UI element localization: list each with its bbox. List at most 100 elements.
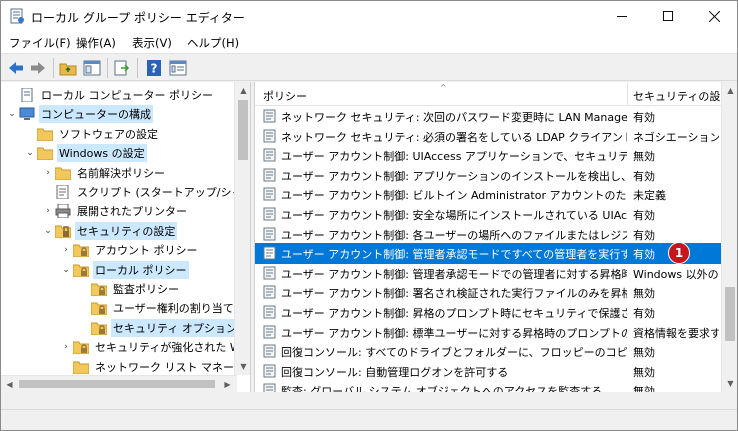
show-tree-icon[interactable] [83, 59, 101, 77]
policy-row[interactable]: ネットワーク セキュリティ: 必須の署名をしている LDAP クライアント ネゴシ… [255, 126, 721, 147]
policy-value: 有効 [633, 111, 655, 124]
policy-row[interactable]: ユーザー アカウント制御: ビルトイン Administrator アカウントの… [255, 184, 721, 205]
menu-action[interactable]: 操作(A) [76, 35, 116, 51]
menu-bar: ファイル(F) 操作(A) 表示(V) ヘルプ(H) [1, 31, 737, 53]
policy-name: ユーザー アカウント制御: 各ユーザーの場所へのファイルまたはレジストリの... [281, 228, 627, 242]
scroll-down-icon[interactable]: ▼ [235, 358, 250, 375]
policy-name: ユーザー アカウント制御: UIAccess アプリケーションで、セキュリティで… [281, 150, 627, 164]
policy-row[interactable]: ユーザー アカウント制御: アプリケーションのインストールを検出し、昇格をプ..… [255, 165, 721, 186]
scroll-up-icon[interactable]: ▲ [235, 82, 250, 99]
tree-item-label: ソフトウェアの設定 [59, 127, 158, 141]
tree-item[interactable]: ⌄ ローカル ポリシー [59, 260, 189, 280]
policy-setting-icon [263, 187, 277, 201]
tree-hscroll-thumb[interactable] [19, 380, 215, 388]
menu-file[interactable]: ファイル(F) [9, 35, 71, 51]
scroll-down-icon[interactable]: ▼ [722, 375, 737, 392]
list-scroll-thumb[interactable] [725, 287, 735, 341]
policy-setting-icon [263, 148, 277, 162]
policy-row[interactable]: ユーザー アカウント制御: 昇格のプロンプト時にセキュリティで保護されたデ...… [255, 302, 721, 323]
policy-row[interactable]: ユーザー アカウント制御: 各ユーザーの場所へのファイルまたはレジストリの...… [255, 224, 721, 245]
collapse-chevron-icon[interactable]: ⌄ [41, 226, 55, 236]
policy-setting-icon [263, 227, 277, 241]
tree-item[interactable]: › アカウント ポリシー [59, 240, 200, 260]
tree-horizontal-scrollbar[interactable]: ◀ ▶ [1, 375, 237, 392]
tree-item[interactable]: セキュリティ オプション [77, 318, 239, 338]
policy-row[interactable]: 回復コンソール: すべてのドライブとフォルダーに、フロッピーのコピーとアクセス.… [255, 341, 721, 362]
policy-row[interactable]: ネットワーク セキュリティ: 次回のパスワード変更時に LAN Manager … [255, 106, 721, 127]
column-header-policy[interactable]: ポリシー [263, 88, 623, 104]
policy-setting-icon [263, 344, 277, 358]
gpedit-window: ローカル グループ ポリシー エディター ファイル(F) 操作(A) 表示(V)… [0, 0, 738, 431]
policy-row[interactable]: ユーザー アカウント制御: 管理者承認モードでの管理者に対する昇格時... Win… [255, 263, 721, 284]
security-folder-icon [55, 224, 75, 238]
menu-help[interactable]: ヘルプ(H) [187, 35, 239, 51]
tree-vertical-scrollbar[interactable]: ▲ ▼ [234, 82, 250, 375]
policy-value: 無効 [633, 287, 655, 301]
policy-value: 有効 [633, 169, 655, 183]
tree-item[interactable]: ⌄ Windows の設定 [23, 143, 147, 163]
expand-chevron-icon[interactable]: › [59, 342, 73, 352]
close-button[interactable] [691, 1, 737, 31]
collapse-chevron-icon[interactable]: ⌄ [23, 148, 37, 158]
properties-icon[interactable] [169, 59, 187, 77]
scroll-up-icon[interactable]: ▲ [722, 82, 737, 99]
tree-item[interactable]: ローカル コンピューター ポリシー [5, 85, 215, 105]
scroll-left-icon[interactable]: ◀ [1, 376, 18, 392]
policy-row[interactable]: ユーザー アカウント制御: 管理者承認モードですべての管理者を実行する 有効 [255, 243, 721, 265]
policy-editor-icon [10, 8, 24, 24]
export-list-icon[interactable] [113, 59, 131, 77]
tree-pane: ローカル コンピューター ポリシー ⌄ コンピューターの構成ソフトウェアの設定 ⌄ Wi… [1, 82, 251, 392]
expand-chevron-icon[interactable]: › [59, 245, 73, 255]
policy-row[interactable]: ユーザー アカウント制御: 安全な場所にインストールされている UIAccess… [255, 204, 721, 225]
lock-folder-icon [91, 282, 111, 296]
tree-item-label: セキュリティが強化された Wi [95, 341, 244, 355]
tree-item[interactable]: › 展開されたプリンター [41, 201, 189, 221]
tree-item[interactable]: › 名前解決ポリシー [41, 163, 167, 183]
tree-item[interactable]: ユーザー権利の割り当て [77, 298, 236, 318]
tree-scroll-thumb[interactable] [238, 100, 248, 160]
expand-chevron-icon[interactable]: › [41, 206, 55, 216]
tree-item-label: 名前解決ポリシー [77, 166, 165, 180]
policy-row[interactable]: 監査: グローバル システム オブジェクトへのアクセスを監査する 無効 [255, 380, 721, 392]
tree-item-label: コンピューターの構成 [39, 105, 153, 124]
expand-chevron-icon[interactable]: › [41, 168, 55, 178]
policy-row[interactable]: 回復コンソール: 自動管理ログオンを許可する 無効 [255, 361, 721, 382]
policy-name: ユーザー アカウント制御: 標準ユーザーに対する昇格時のプロンプトの動作 [281, 326, 627, 340]
policy-value: 有効 [633, 209, 655, 222]
tree-item[interactable]: ⌄ コンピューターの構成 [5, 104, 153, 124]
list-vertical-scrollbar[interactable]: ▲ ▼ [721, 82, 737, 392]
up-folder-icon[interactable] [59, 59, 77, 77]
policy-name: 監査: グローバル システム オブジェクトへのアクセスを監査する [281, 385, 603, 392]
collapse-chevron-icon[interactable]: ⌄ [5, 109, 19, 119]
lock-folder-icon [91, 301, 111, 316]
tree-item[interactable]: 監査ポリシー [77, 279, 181, 299]
toolbar-separator [107, 58, 108, 78]
collapse-chevron-icon[interactable]: ⌄ [59, 265, 73, 275]
tree-item[interactable]: › セキュリティが強化された Wi [59, 337, 246, 357]
column-header-setting[interactable]: セキュリティの設定 [633, 88, 721, 104]
folder-icon [37, 127, 57, 141]
tree-item[interactable]: スクリプト (スタートアップ/シャット [41, 182, 250, 202]
script-icon [55, 185, 75, 199]
back-icon[interactable] [7, 59, 25, 77]
scroll-right-icon[interactable]: ▶ [219, 376, 236, 392]
policy-setting-icon [263, 285, 277, 299]
toolbar-separator [137, 58, 138, 78]
menu-view[interactable]: 表示(V) [132, 35, 172, 51]
maximize-button[interactable] [645, 1, 691, 31]
policy-list-pane: ^ ポリシー セキュリティの設定 ネットワーク セキュリティ: 次回のパスワード… [254, 82, 737, 392]
policy-row[interactable]: ユーザー アカウント制御: 標準ユーザーに対する昇格時のプロンプトの動作 資格情報… [255, 322, 721, 343]
policy-row[interactable]: ユーザー アカウント制御: 署名され検証された実行ファイルのみを昇格する 無効 [255, 282, 721, 303]
help-icon[interactable]: ? [145, 59, 163, 77]
tree-item[interactable]: ソフトウェアの設定 [23, 124, 160, 144]
tree-item[interactable]: ⌄ セキュリティの設定 [41, 221, 178, 241]
minimize-button[interactable] [599, 1, 645, 31]
policy-name: ユーザー アカウント制御: 安全な場所にインストールされている UIAccess… [281, 209, 627, 222]
policy-row[interactable]: ユーザー アカウント制御: UIAccess アプリケーションで、セキュリティで… [255, 145, 721, 166]
tree-item-label: ユーザー権利の割り当て [113, 302, 234, 316]
status-bar [1, 409, 737, 430]
printer-icon [55, 204, 75, 219]
column-divider[interactable] [627, 82, 628, 106]
forward-icon[interactable] [29, 59, 47, 77]
tree-item[interactable]: ネットワーク リスト マネージャ [59, 357, 250, 377]
